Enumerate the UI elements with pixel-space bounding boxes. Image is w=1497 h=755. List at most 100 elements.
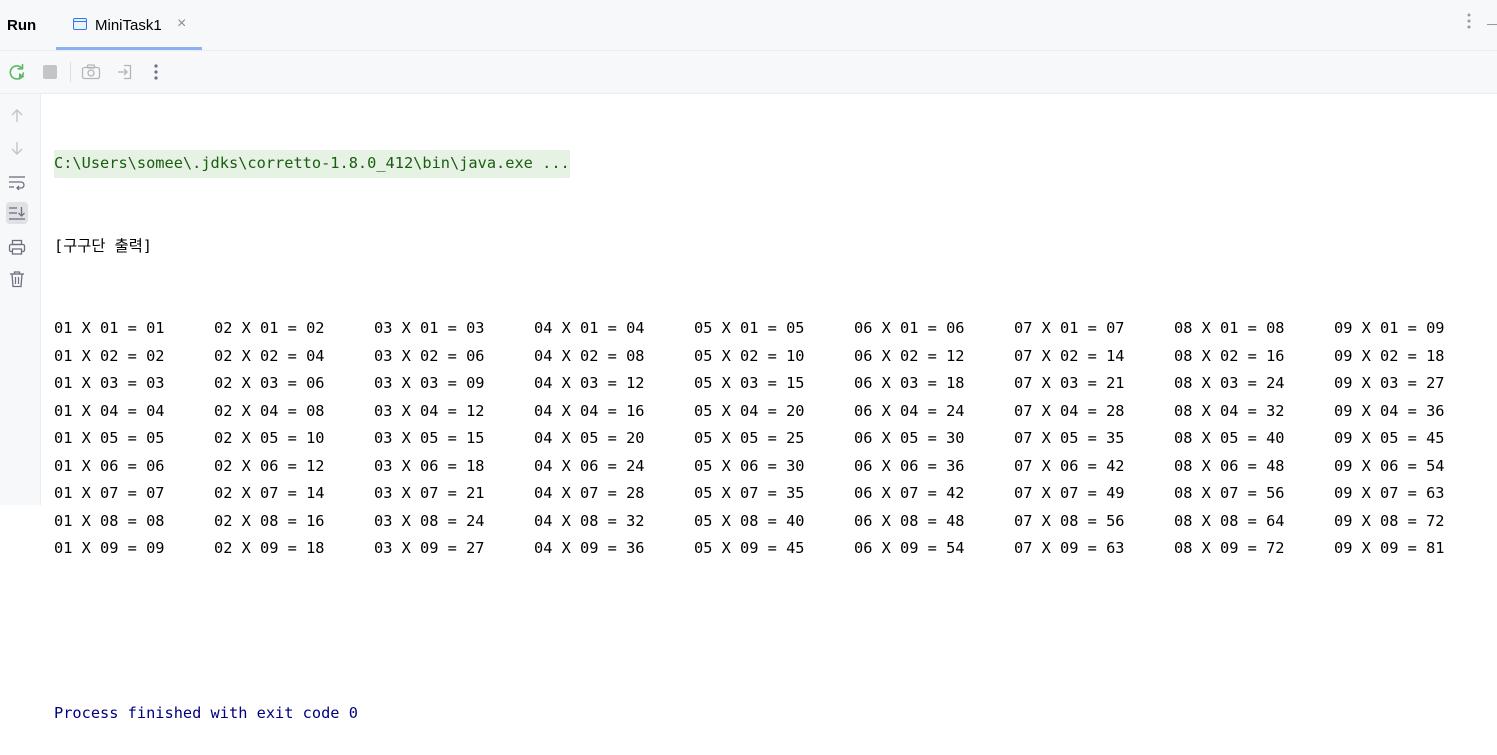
table-cell: 01 X 08 = 08 (54, 511, 165, 530)
command-line: C:\Users\somee\.jdks\corretto-1.8.0_412\… (54, 150, 570, 178)
table-row: 01 X 03 = 03 02 X 03 = 06 03 X 03 = 09 04 X… (54, 370, 1484, 398)
table-cell: 02 X 02 = 04 (214, 346, 325, 365)
table-cell: 01 X 01 = 01 (54, 319, 165, 337)
table-cell: 03 X 05 = 15 (374, 429, 485, 447)
table-cell: 06 X 05 = 30 (854, 429, 965, 447)
print-icon[interactable] (6, 236, 28, 258)
table-cell: 03 X 02 = 06 (374, 346, 485, 365)
table-cell: 01 X 04 = 04 (54, 401, 165, 420)
table-cell: 03 X 03 = 09 (374, 374, 485, 392)
table-cell: 02 X 06 = 12 (214, 456, 325, 475)
table-row: 01 X 09 = 09 02 X 09 = 18 03 X 09 = 27 04 X… (54, 535, 1484, 563)
multiplication-table: 01 X 01 = 01 02 X 01 = 02 03 X 01 = 03 04 X… (54, 315, 1484, 563)
table-cell: 03 X 01 = 03 (374, 319, 485, 337)
table-cell: 04 X 09 = 36 (534, 539, 645, 557)
table-cell: 08 X 04 = 32 (1174, 401, 1285, 420)
table-cell: 07 X 02 = 14 (1014, 346, 1125, 365)
table-row: 01 X 01 = 01 02 X 01 = 02 03 X 01 = 03 04 X… (54, 315, 1484, 343)
table-cell: 08 X 06 = 48 (1174, 456, 1285, 475)
stop-icon[interactable] (39, 61, 61, 83)
table-cell: 01 X 07 = 07 (54, 484, 165, 502)
scroll-to-end-icon[interactable] (6, 202, 28, 224)
table-cell: 09 X 08 = 72 (1334, 511, 1445, 530)
table-cell: 02 X 01 = 02 (214, 319, 325, 337)
table-cell: 07 X 09 = 63 (1014, 539, 1125, 557)
table-cell: 06 X 04 = 24 (854, 401, 965, 420)
output-heading: [구구단 출력] (54, 236, 152, 255)
tab-title: MiniTask1 (95, 17, 162, 34)
table-cell: 09 X 05 = 45 (1334, 429, 1445, 447)
table-cell: 03 X 04 = 12 (374, 401, 485, 420)
table-cell: 01 X 05 = 05 (54, 429, 165, 447)
table-cell: 09 X 09 = 81 (1334, 539, 1445, 557)
table-cell: 04 X 02 = 08 (534, 346, 645, 365)
console-output[interactable]: C:\Users\somee\.jdks\corretto-1.8.0_412\… (54, 95, 1484, 755)
table-cell: 02 X 07 = 14 (214, 484, 325, 502)
console-gutter (0, 94, 41, 505)
table-cell: 05 X 06 = 30 (694, 456, 805, 475)
table-cell: 09 X 06 = 54 (1334, 456, 1445, 475)
table-cell: 07 X 05 = 35 (1014, 429, 1125, 447)
table-row: 01 X 07 = 07 02 X 07 = 14 03 X 07 = 21 04 X… (54, 480, 1484, 508)
table-cell: 09 X 04 = 36 (1334, 401, 1445, 420)
table-cell: 04 X 05 = 20 (534, 429, 645, 447)
table-cell: 07 X 08 = 56 (1014, 511, 1125, 530)
table-cell: 02 X 03 = 06 (214, 374, 325, 392)
table-row: 01 X 02 = 02 02 X 02 = 04 03 X 02 = 06 04 X… (54, 343, 1484, 371)
table-cell: 07 X 04 = 28 (1014, 401, 1125, 420)
table-cell: 08 X 01 = 08 (1174, 319, 1285, 337)
table-cell: 04 X 01 = 04 (534, 319, 645, 337)
arrow-up-icon[interactable] (6, 105, 28, 127)
more-vertical-icon[interactable] (145, 61, 167, 83)
table-cell: 06 X 08 = 48 (854, 511, 965, 530)
soft-wrap-icon[interactable] (6, 171, 28, 193)
close-icon[interactable]: × (177, 15, 186, 33)
table-cell: 05 X 01 = 05 (694, 319, 805, 337)
table-cell: 09 X 03 = 27 (1334, 374, 1445, 392)
table-cell: 06 X 09 = 54 (854, 539, 965, 557)
tab-selected-indicator (56, 47, 202, 50)
table-cell: 01 X 06 = 06 (54, 456, 165, 475)
trash-icon[interactable] (6, 268, 28, 290)
exit-icon[interactable] (114, 61, 136, 83)
table-row: 01 X 05 = 05 02 X 05 = 10 03 X 05 = 15 04 X… (54, 425, 1484, 453)
table-cell: 04 X 08 = 32 (534, 511, 645, 530)
table-cell: 09 X 07 = 63 (1334, 484, 1445, 502)
table-row: 01 X 04 = 04 02 X 04 = 08 03 X 04 = 12 04 X… (54, 398, 1484, 426)
camera-icon[interactable] (80, 61, 102, 83)
table-cell: 08 X 07 = 56 (1174, 484, 1285, 502)
table-cell: 07 X 01 = 07 (1014, 319, 1125, 337)
table-cell: 04 X 04 = 16 (534, 401, 645, 420)
table-cell: 05 X 03 = 15 (694, 374, 805, 392)
table-cell: 07 X 06 = 42 (1014, 456, 1125, 475)
arrow-down-icon[interactable] (6, 137, 28, 159)
table-cell: 01 X 09 = 09 (54, 539, 165, 557)
more-vertical-icon[interactable] (1467, 12, 1471, 35)
tab-minitask1[interactable]: MiniTask1 × (56, 0, 202, 50)
run-label: Run (7, 17, 37, 34)
table-cell: 03 X 09 = 27 (374, 539, 485, 557)
table-cell: 06 X 06 = 36 (854, 456, 965, 475)
table-cell: 08 X 02 = 16 (1174, 346, 1285, 365)
table-cell: 06 X 01 = 06 (854, 319, 965, 337)
table-cell: 05 X 04 = 20 (694, 401, 805, 420)
table-cell: 04 X 03 = 12 (534, 374, 645, 392)
table-cell: 08 X 08 = 64 (1174, 511, 1285, 530)
table-cell: 08 X 03 = 24 (1174, 374, 1285, 392)
table-cell: 05 X 07 = 35 (694, 484, 805, 502)
minimize-icon[interactable] (1487, 24, 1497, 25)
table-cell: 06 X 02 = 12 (854, 346, 965, 365)
table-cell: 09 X 01 = 09 (1334, 319, 1445, 337)
toolbar-separator (70, 62, 71, 82)
table-cell: 02 X 09 = 18 (214, 539, 325, 557)
table-cell: 05 X 02 = 10 (694, 346, 805, 365)
table-cell: 02 X 05 = 10 (214, 429, 325, 447)
table-cell: 09 X 02 = 18 (1334, 346, 1445, 365)
table-cell: 07 X 03 = 21 (1014, 374, 1125, 392)
rerun-icon[interactable] (6, 61, 28, 83)
table-cell: 03 X 08 = 24 (374, 511, 485, 530)
table-cell: 06 X 07 = 42 (854, 484, 965, 502)
table-row: 01 X 08 = 08 02 X 08 = 16 03 X 08 = 24 04 X… (54, 508, 1484, 536)
table-cell: 08 X 09 = 72 (1174, 539, 1285, 557)
